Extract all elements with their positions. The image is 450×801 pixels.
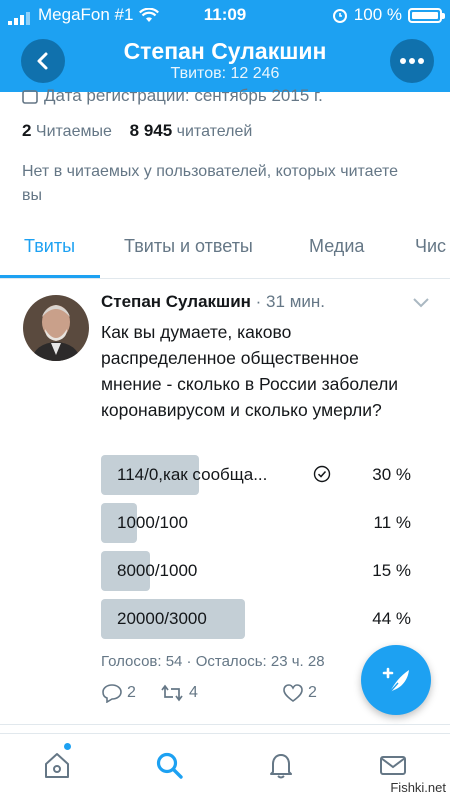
notification-dot [64,743,71,750]
reply-count: 2 [127,684,136,701]
check-circle-icon [313,465,331,483]
following-count: 2 [22,121,32,140]
profile-header: Степан Сулакшин Твитов: 12 246 [0,30,450,92]
tab-likes[interactable]: Чис [415,236,446,257]
mail-icon[interactable] [378,750,408,780]
poll-option-1[interactable]: 114/0,как сообща... 30 % [101,455,413,495]
search-icon[interactable] [154,750,184,780]
poll-label: 20000/3000 [117,609,207,628]
poll-option-2[interactable]: 1000/100 11 % [101,503,413,543]
followers-label: читателей [176,123,253,140]
reply-icon [102,684,122,703]
active-tab-indicator [0,275,100,278]
poll-option-4[interactable]: 20000/3000 44 % [101,599,413,639]
poll-option-3[interactable]: 8000/1000 15 % [101,551,413,591]
battery-label: 100 % [353,5,402,24]
profile-tabs: Твиты Твиты и ответы Медиа Чис [0,222,450,279]
watermark: Fishki.net [390,780,446,795]
like-button[interactable]: 2 [282,683,317,703]
chevron-down-icon[interactable] [412,297,430,309]
home-icon[interactable] [42,750,72,780]
following-label: Читаемые [35,123,112,140]
more-icon [400,58,424,64]
poll-meta: Голосов: 54 · Осталось: 23 ч. 28 [101,653,325,670]
poll-percent: 44 % [372,609,411,628]
tweet-time: · 31 мин. [255,292,325,311]
like-count: 2 [308,684,317,701]
poll-percent: 11 % [373,513,412,532]
calendar-icon [22,90,38,104]
reply-button[interactable]: 2 [101,683,136,703]
tab-tweets-replies[interactable]: Твиты и ответы [124,236,253,257]
tab-media[interactable]: Медиа [309,236,364,257]
avatar-image [23,295,89,361]
header-title: Степан Сулакшин [123,38,327,64]
followers-notice: Нет в читаемых у пользователей, которых … [22,163,398,204]
heart-icon [283,684,303,702]
feather-plus-icon [382,667,409,693]
status-bar: MegaFon #1 11:09 100 % [0,0,450,30]
more-button[interactable] [390,39,434,83]
next-tweet-edge [0,724,450,731]
tweet-author[interactable]: Степан Сулакшин [101,292,251,311]
poll-label: 8000/1000 [117,561,198,580]
poll-label: 1000/100 [117,513,188,532]
poll-label: 114/0,как сообща... [117,465,268,484]
poll-percent: 30 % [372,465,411,484]
alarm-icon [332,9,347,23]
retweet-button[interactable]: 4 [159,683,198,703]
tweet-text: Как вы думаете, каково распределенное об… [101,322,399,420]
poll-percent: 15 % [372,561,411,580]
compose-tweet-button[interactable] [361,645,431,715]
tweet-header: Степан Сулакшин · 31 мин. [101,292,325,312]
follow-stats[interactable]: 2 Читаемые 8 945 читателей [22,121,252,141]
registration-date: Дата регистрации: сентябрь 2015 г. [22,86,323,106]
avatar[interactable] [23,295,89,361]
retweet-icon [161,684,183,702]
retweet-count: 4 [189,684,198,701]
battery-icon [408,7,445,23]
followers-count: 8 945 [129,121,173,140]
header-subtitle: Твитов: 12 246 [170,65,280,82]
bell-icon[interactable] [266,750,296,780]
tab-tweets[interactable]: Твиты [24,236,75,257]
